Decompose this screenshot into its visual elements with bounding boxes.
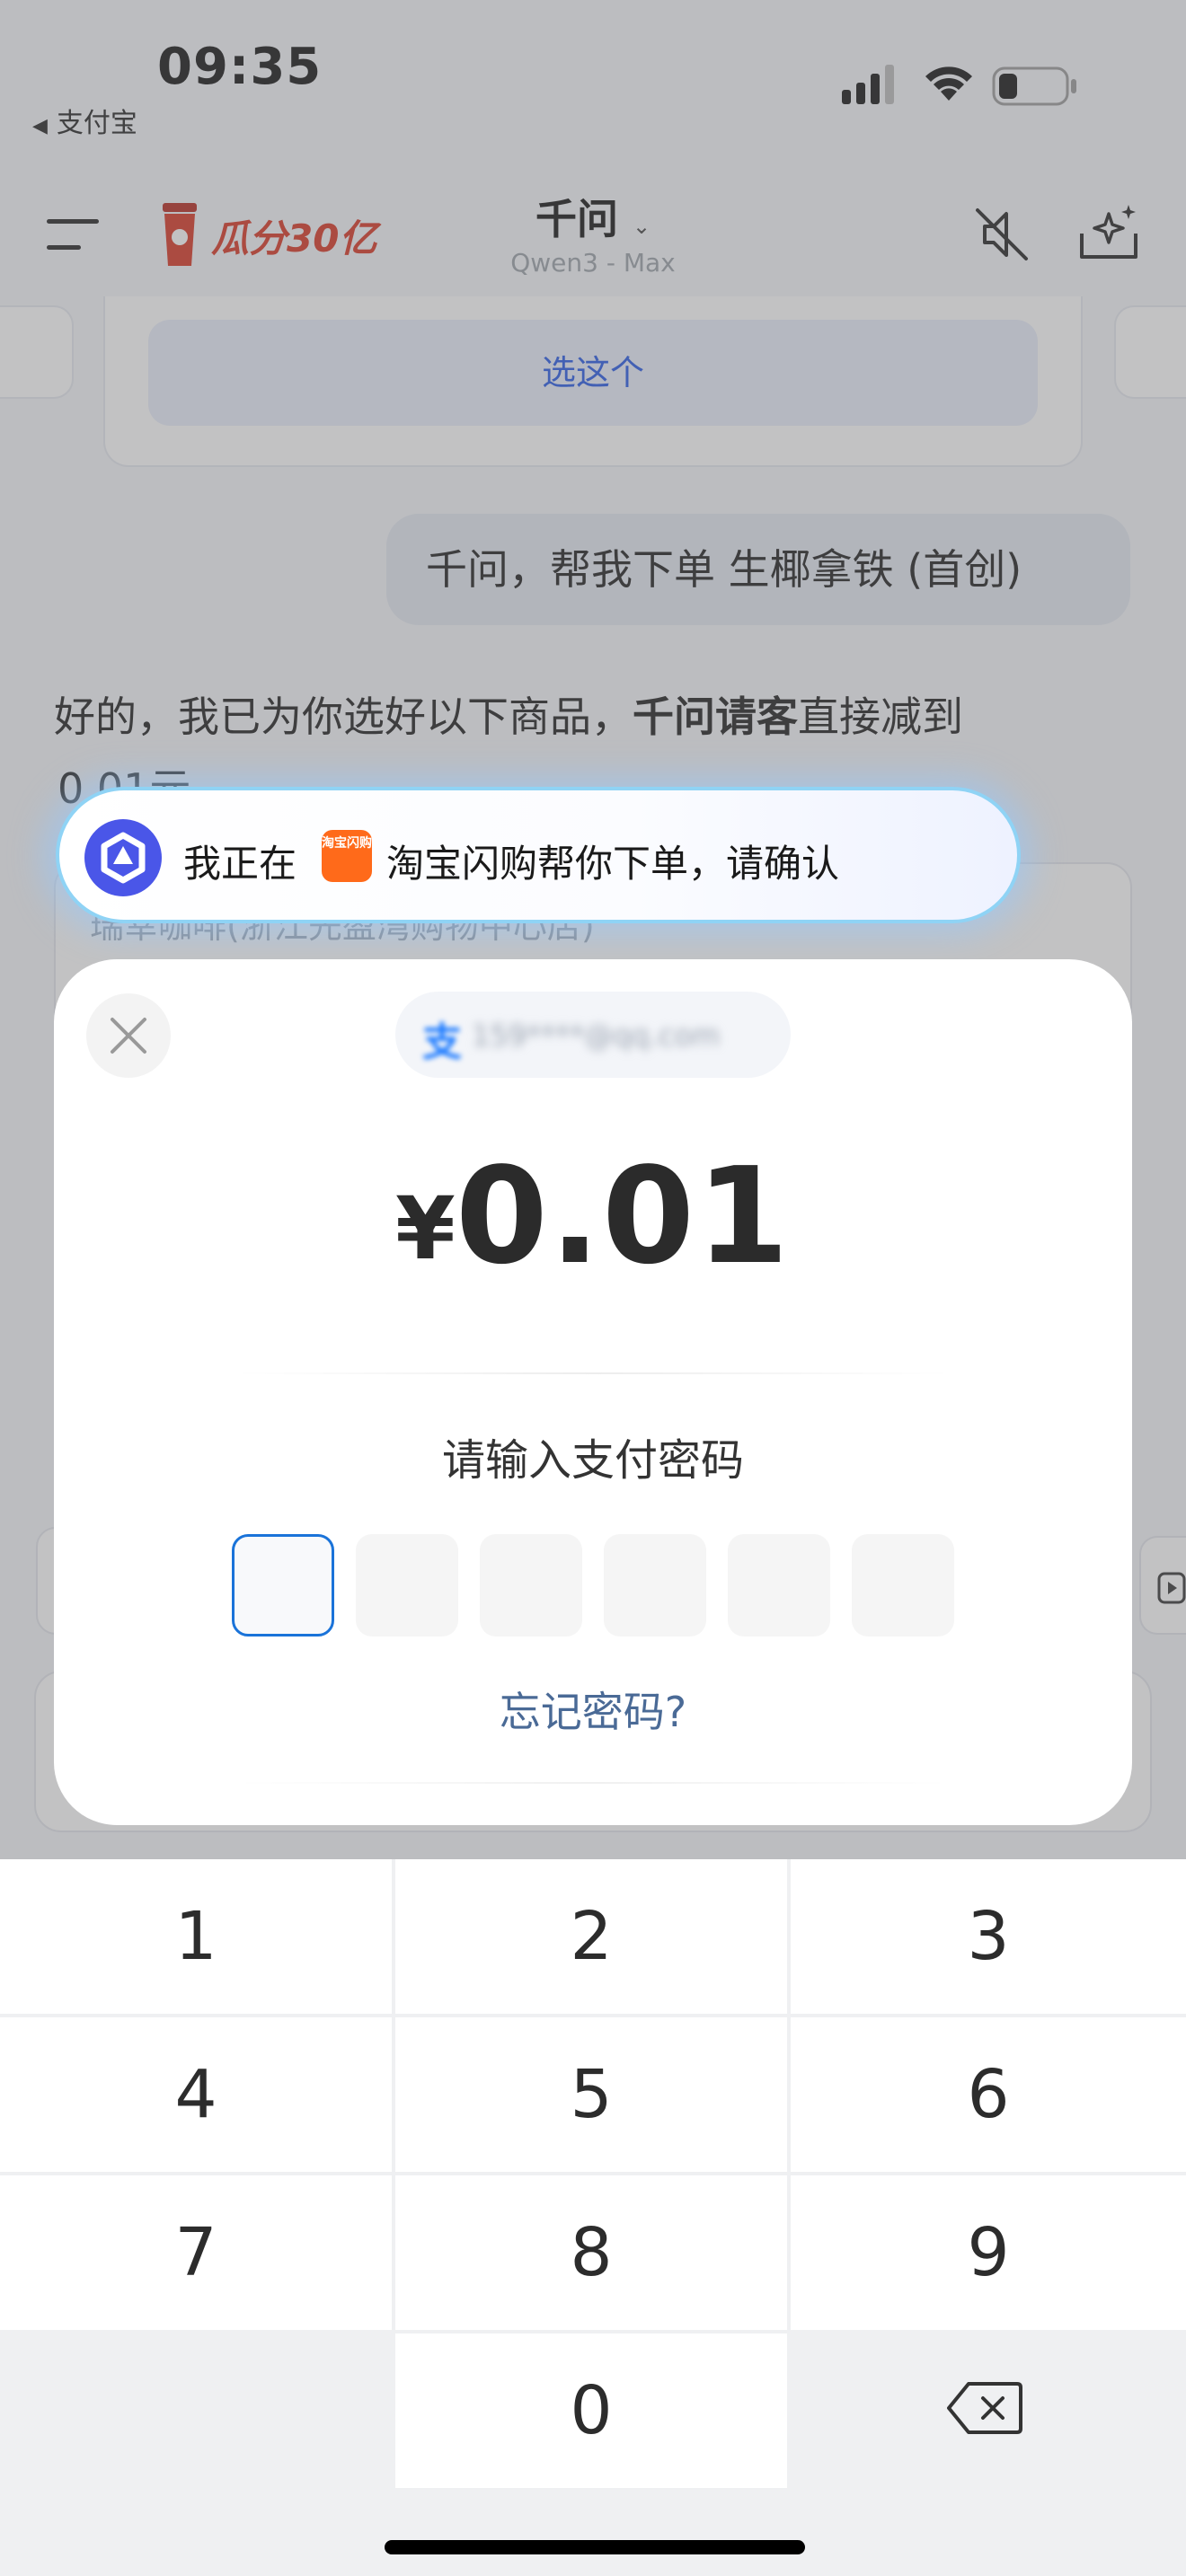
password-prompt: 请输入支付密码: [441, 1435, 744, 1486]
backspace-icon: [947, 2382, 1022, 2434]
password-digit-box[interactable]: [852, 1534, 954, 1636]
home-indicator[interactable]: [385, 2540, 805, 2554]
account-email: 159****@qq.com: [472, 1019, 721, 1053]
key-2[interactable]: 2: [395, 1859, 787, 2014]
key-9[interactable]: 9: [791, 2175, 1186, 2330]
key-0[interactable]: 0: [395, 2333, 787, 2488]
password-digit-box[interactable]: [480, 1534, 582, 1636]
banner-text-suffix: 淘宝闪购帮你下单，请确认: [386, 842, 840, 886]
divider: [234, 1782, 952, 1784]
key-5[interactable]: 5: [395, 2017, 787, 2172]
divider: [234, 1372, 952, 1374]
password-digit-box[interactable]: [728, 1534, 830, 1636]
payment-amount: ¥0.01: [323, 1139, 863, 1293]
key-6[interactable]: 6: [791, 2017, 1186, 2172]
key-7[interactable]: 7: [0, 2175, 392, 2330]
key-3[interactable]: 3: [791, 1859, 1186, 2014]
key-1[interactable]: 1: [0, 1859, 392, 2014]
currency-symbol: ¥: [395, 1178, 456, 1279]
key-8[interactable]: 8: [395, 2175, 787, 2330]
password-digit-box[interactable]: [356, 1534, 458, 1636]
key-blank: [0, 2333, 392, 2488]
taobao-flash-logo-icon: 淘宝闪购: [322, 830, 372, 882]
close-button[interactable]: [86, 993, 171, 1078]
forgot-password-link[interactable]: 忘记密码?: [413, 1680, 773, 1739]
password-digit-box[interactable]: [232, 1534, 334, 1636]
alipay-icon: 支: [422, 1019, 462, 1065]
close-icon: [111, 1018, 146, 1054]
key-4[interactable]: 4: [0, 2017, 392, 2172]
amount-value: 0.01: [455, 1139, 791, 1293]
qwen-hex-icon: [101, 832, 146, 884]
password-digit-box[interactable]: [604, 1534, 706, 1636]
agent-logo-icon: [84, 819, 162, 896]
banner-text-prefix: 我正在: [183, 842, 297, 886]
